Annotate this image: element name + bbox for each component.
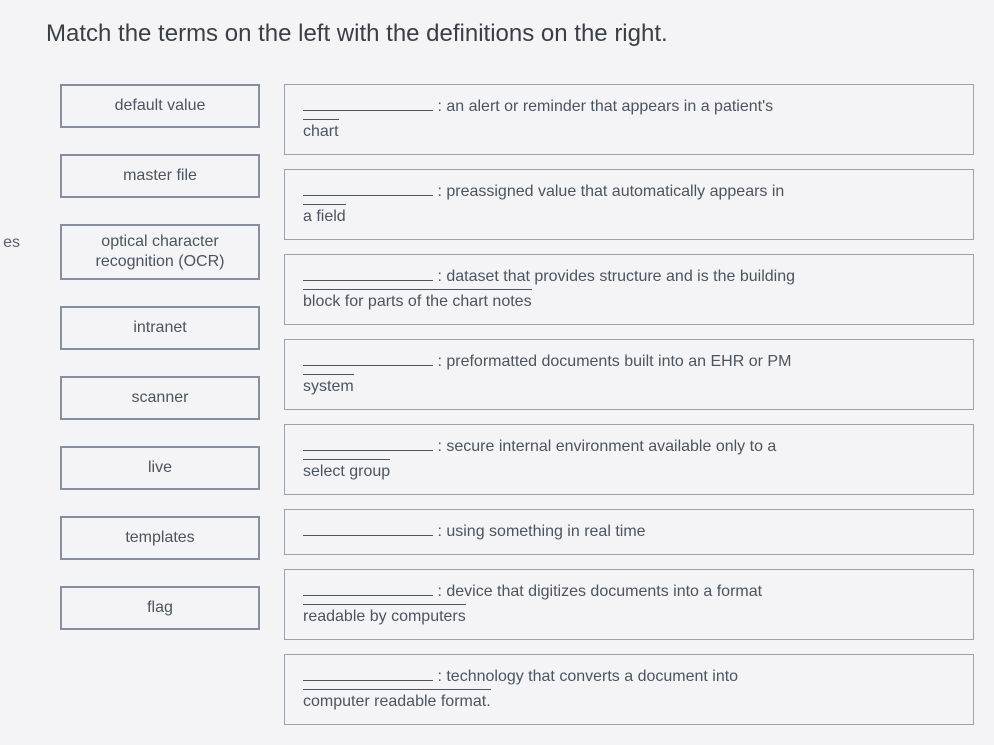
term-card[interactable]: master file: [60, 154, 260, 198]
drop-target-blank[interactable]: [303, 180, 433, 196]
definition-wrap: a field: [303, 204, 346, 229]
definition-row[interactable]: : preassigned value that automatically a…: [284, 169, 974, 240]
term-card[interactable]: default value: [60, 84, 260, 128]
term-card[interactable]: optical character recognition (OCR): [60, 224, 260, 280]
definition-row[interactable]: : dataset that provides structure and is…: [284, 254, 974, 325]
page-title: Match the terms on the left with the def…: [46, 20, 974, 48]
definition-row[interactable]: : an alert or reminder that appears in a…: [284, 84, 974, 155]
term-card[interactable]: flag: [60, 586, 260, 630]
definition-text: preassigned value that automatically app…: [446, 183, 784, 200]
definition-wrap: readable by computers: [303, 604, 466, 629]
drop-target-blank[interactable]: [303, 580, 433, 596]
colon: :: [437, 98, 446, 115]
colon: :: [437, 438, 446, 455]
colon: :: [437, 668, 446, 685]
definition-wrap: block for parts of the chart notes: [303, 289, 532, 314]
colon: :: [437, 268, 446, 285]
definition-wrap: chart: [303, 119, 339, 144]
definition-row[interactable]: : technology that converts a document in…: [284, 654, 974, 725]
term-card[interactable]: live: [60, 446, 260, 490]
definition-wrap: select group: [303, 459, 390, 484]
definition-row[interactable]: : preformatted documents built into an E…: [284, 339, 974, 410]
terms-column: default value master file optical charac…: [60, 84, 260, 630]
colon: :: [437, 353, 446, 370]
cutoff-text-fragment: es: [0, 84, 20, 252]
definition-text: secure internal environment available on…: [446, 438, 776, 455]
drop-target-blank[interactable]: [303, 665, 433, 681]
definition-text: dataset that provides structure and is t…: [446, 268, 795, 285]
term-card[interactable]: intranet: [60, 306, 260, 350]
definition-text: an alert or reminder that appears in a p…: [446, 98, 773, 115]
definitions-column: : an alert or reminder that appears in a…: [284, 84, 974, 725]
colon: :: [437, 183, 446, 200]
term-card[interactable]: scanner: [60, 376, 260, 420]
definition-row[interactable]: : device that digitizes documents into a…: [284, 569, 974, 640]
drop-target-blank[interactable]: [303, 520, 433, 536]
drop-target-blank[interactable]: [303, 350, 433, 366]
definition-row[interactable]: : secure internal environment available …: [284, 424, 974, 495]
definition-wrap: system: [303, 374, 354, 399]
definition-wrap: computer readable format.: [303, 689, 491, 714]
drop-target-blank[interactable]: [303, 435, 433, 451]
colon: :: [437, 583, 446, 600]
colon: :: [437, 523, 446, 540]
drop-target-blank[interactable]: [303, 95, 433, 111]
definition-text: technology that converts a document into: [446, 668, 738, 685]
drop-target-blank[interactable]: [303, 265, 433, 281]
term-card[interactable]: templates: [60, 516, 260, 560]
definition-text: using something in real time: [446, 523, 645, 540]
definition-text: preformatted documents built into an EHR…: [446, 353, 791, 370]
definition-text: device that digitizes documents into a f…: [446, 583, 762, 600]
definition-row[interactable]: : using something in real time: [284, 509, 974, 555]
